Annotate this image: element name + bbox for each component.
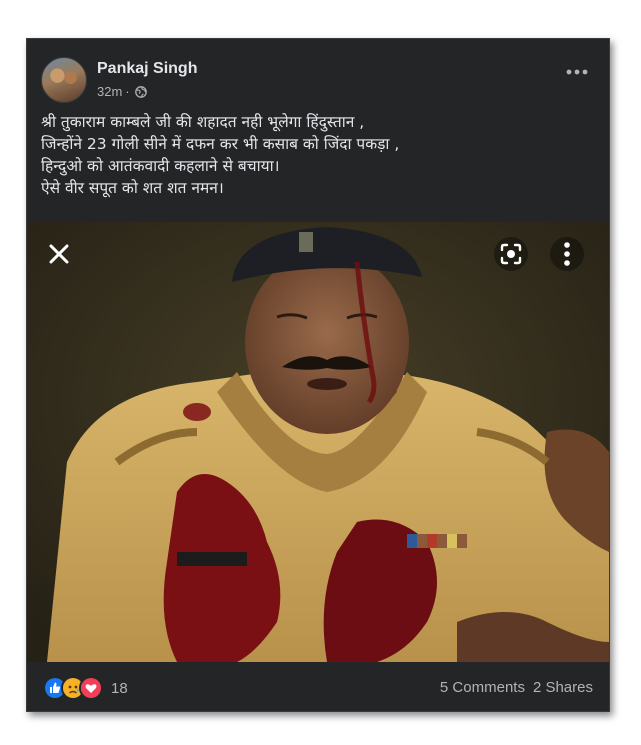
post-photo[interactable] [27,222,609,662]
author-avatar[interactable] [41,57,87,103]
post-footer: 18 5 Comments 2 Shares [27,662,609,710]
author-name[interactable]: Pankaj Singh [97,60,197,78]
shares-link[interactable]: 2 Shares [533,679,593,696]
post-stats: 5 Comments 2 Shares [440,679,593,696]
photo-more-options-icon[interactable] [549,236,585,272]
more-options-icon[interactable] [565,67,589,77]
comments-link[interactable]: 5 Comments [440,679,525,696]
post-time[interactable]: 32m [97,84,122,99]
facebook-post: Pankaj Singh 32m · श्री तुकाराम काम्बले … [26,38,610,712]
reaction-summary[interactable]: 18 [43,676,128,700]
meta-separator: · [125,84,130,99]
reaction-count: 18 [111,679,128,697]
photo-image [27,222,609,662]
love-icon [79,676,103,700]
post-header: Pankaj Singh 32m · [27,39,609,103]
post-caption: श्री तुकाराम काम्बले जी की शहादत नही भूल… [41,113,400,197]
globe-icon [134,85,147,98]
lens-search-icon[interactable] [493,236,529,272]
post-meta: 32m · [97,84,147,99]
close-icon[interactable] [41,236,77,272]
